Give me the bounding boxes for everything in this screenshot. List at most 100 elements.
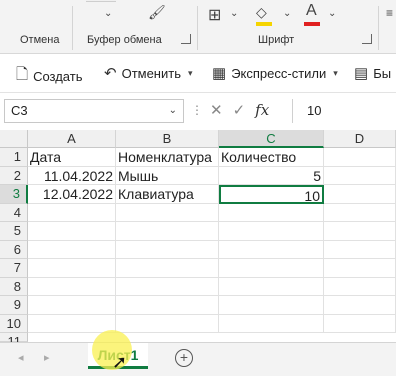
empty-cell[interactable]: [116, 277, 219, 296]
row-header[interactable]: 4: [0, 203, 28, 222]
formula-actions: ✕ ✓ fx: [210, 101, 269, 119]
chevron-down-icon[interactable]: ⌄: [169, 105, 177, 116]
clipboard-dialog-launcher-icon[interactable]: [181, 34, 191, 44]
name-box[interactable]: C3 ⌄: [4, 99, 184, 123]
clipboard-group-label: Буфер обмена: [87, 34, 162, 46]
spreadsheet-grid: A B C D 1 2 3 4 5 6 7 8 9 10 11 Дата Ном…: [0, 130, 396, 349]
fill-color-icon[interactable]: ◇: [256, 4, 267, 21]
empty-cell[interactable]: [116, 259, 219, 278]
font-color-icon[interactable]: A: [306, 2, 317, 20]
cell-c2[interactable]: 5: [219, 166, 324, 185]
row-header[interactable]: 2: [0, 166, 28, 185]
empty-cell[interactable]: [219, 222, 324, 241]
format-painter-icon[interactable]: 🖌: [148, 4, 166, 21]
cancel-icon[interactable]: ✕: [210, 101, 223, 119]
truncated-command-button[interactable]: ▤ Бы: [354, 64, 391, 82]
empty-cell[interactable]: [219, 259, 324, 278]
chevron-down-icon[interactable]: ▾: [188, 68, 193, 79]
styles-button[interactable]: ▦ Экспресс-стили ▾: [212, 64, 338, 82]
cell-d3[interactable]: [324, 185, 396, 204]
cell-b3[interactable]: Клавиатура: [116, 185, 219, 204]
create-button[interactable]: 🗋 Создать: [16, 64, 82, 89]
column-header-c[interactable]: C: [219, 130, 324, 148]
ribbon-divider: [378, 6, 379, 50]
empty-cell[interactable]: [116, 296, 219, 315]
empty-cell[interactable]: [324, 277, 396, 296]
empty-cell[interactable]: [324, 296, 396, 315]
command-bar: 🗋 Создать ↶ Отменить ▾ ▦ Экспресс-стили …: [0, 55, 396, 93]
confirm-icon[interactable]: ✓: [233, 101, 246, 119]
cell-c1[interactable]: Количество: [219, 148, 324, 167]
undo-button[interactable]: ↶ Отменить ▾: [104, 64, 193, 82]
alignment-icon[interactable]: ≡: [386, 6, 393, 20]
empty-cell[interactable]: [219, 240, 324, 259]
empty-cell[interactable]: [28, 259, 116, 278]
add-sheet-icon[interactable]: +: [175, 349, 193, 367]
new-document-icon: 🗋: [16, 66, 29, 83]
formula-input[interactable]: 10: [292, 99, 396, 123]
row-header[interactable]: 9: [0, 296, 28, 315]
sheet-tab-bar: ◂ ▸ Лист1 +: [0, 342, 396, 376]
row-header[interactable]: 5: [0, 222, 28, 241]
cell-b1[interactable]: Номенклатура: [116, 148, 219, 167]
formula-bar: C3 ⌄ ⋮ ✕ ✓ fx 10: [0, 97, 396, 127]
row-header[interactable]: 11: [0, 333, 28, 349]
cell-a2[interactable]: 11.04.2022: [28, 166, 116, 185]
empty-cell[interactable]: [324, 203, 396, 222]
empty-cell[interactable]: [28, 222, 116, 241]
cell-d1[interactable]: [324, 148, 396, 167]
cell-b2[interactable]: Мышь: [116, 166, 219, 185]
scroll-right-icon[interactable]: ▸: [44, 351, 50, 364]
scroll-left-icon[interactable]: ◂: [18, 351, 24, 364]
select-all-corner[interactable]: [0, 130, 28, 148]
empty-cell[interactable]: [324, 259, 396, 278]
undo-icon: ↶: [104, 65, 117, 82]
empty-cell[interactable]: [219, 296, 324, 315]
empty-cell[interactable]: [28, 314, 116, 333]
column-header-b[interactable]: B: [116, 130, 219, 148]
font-dialog-launcher-icon[interactable]: [362, 34, 372, 44]
chevron-down-icon[interactable]: ▾: [333, 68, 338, 79]
empty-cell[interactable]: [219, 203, 324, 222]
row-header[interactable]: 7: [0, 259, 28, 278]
empty-cell[interactable]: [116, 314, 219, 333]
column-header-a[interactable]: A: [28, 130, 116, 148]
empty-cell[interactable]: [219, 314, 324, 333]
row-header[interactable]: 8: [0, 277, 28, 296]
column-header-d[interactable]: D: [324, 130, 396, 148]
empty-cell[interactable]: [28, 240, 116, 259]
row-header[interactable]: 3: [0, 185, 28, 204]
empty-cell[interactable]: [219, 277, 324, 296]
row-header[interactable]: 1: [0, 148, 28, 167]
chevron-down-icon[interactable]: ⌄: [328, 8, 336, 19]
empty-cell[interactable]: [324, 222, 396, 241]
table-icon: ▤: [354, 65, 369, 82]
empty-cell[interactable]: [324, 240, 396, 259]
empty-cell[interactable]: [116, 222, 219, 241]
undo-group-label: Отмена: [20, 34, 60, 46]
ribbon: ——— ⌄ 🖌 Отмена Буфер обмена ⊞ ⌄ ◇ ⌄ A ⌄ …: [0, 0, 396, 54]
chevron-down-icon[interactable]: ⌄: [230, 8, 238, 19]
cell-a1[interactable]: Дата: [28, 148, 116, 167]
chevron-down-icon[interactable]: ⌄: [283, 8, 291, 19]
chevron-down-icon[interactable]: ⌄: [104, 8, 112, 19]
insert-function-icon[interactable]: fx: [255, 101, 269, 119]
cell-d2[interactable]: [324, 166, 396, 185]
cell-c3-active[interactable]: 10: [219, 185, 324, 204]
borders-icon[interactable]: ⊞: [208, 5, 221, 25]
more-options-icon[interactable]: ⋮: [191, 103, 203, 117]
font-color-swatch: [304, 22, 320, 26]
empty-cell[interactable]: [116, 203, 219, 222]
ribbon-divider: [72, 6, 73, 50]
styles-icon: ▦: [212, 65, 227, 82]
empty-cell[interactable]: [28, 203, 116, 222]
empty-cell[interactable]: [324, 314, 396, 333]
cell-a3[interactable]: 12.04.2022: [28, 185, 116, 204]
mouse-cursor-icon: ➚: [112, 352, 128, 372]
empty-cell[interactable]: [116, 240, 219, 259]
empty-cell[interactable]: [28, 296, 116, 315]
row-header[interactable]: 6: [0, 240, 28, 259]
empty-cell[interactable]: [28, 277, 116, 296]
row-header[interactable]: 10: [0, 314, 28, 333]
ribbon-divider: [197, 6, 198, 50]
